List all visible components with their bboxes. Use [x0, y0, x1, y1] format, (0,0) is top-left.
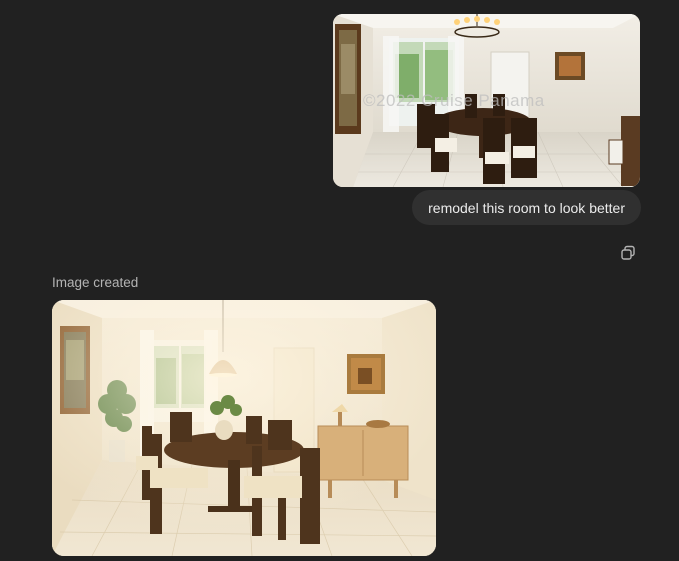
- image-watermark: ©2022 Cruise Panama: [363, 91, 545, 110]
- user-uploaded-image[interactable]: ©2022 Cruise Panama: [333, 14, 640, 187]
- copy-icon-glyph: [621, 245, 635, 260]
- user-message-bubble: remodel this room to look better: [412, 190, 641, 225]
- image-created-label: Image created: [52, 275, 139, 290]
- copy-icon[interactable]: [620, 245, 636, 261]
- remodeled-dining-room-icon: [52, 300, 436, 556]
- generated-image[interactable]: [52, 300, 436, 556]
- chat-page: ©2022 Cruise Panama remodel this room to…: [0, 0, 679, 561]
